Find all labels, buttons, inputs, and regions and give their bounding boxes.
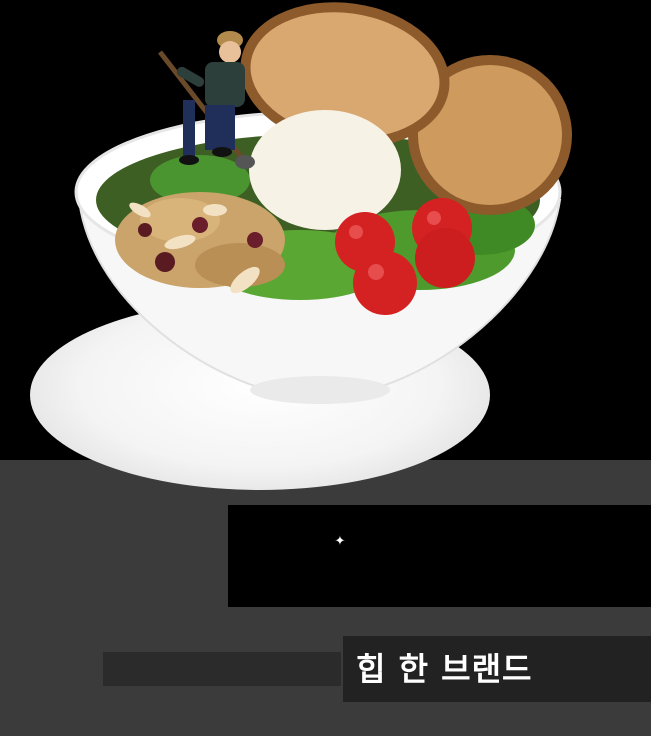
tagline-text: 힙 한 브랜드 [356, 650, 533, 688]
logo-block [228, 505, 651, 607]
promo-banner: ✦ 힙 한 브랜드 [0, 0, 651, 736]
cream-cheese-scoop [249, 110, 401, 230]
salad-bowl-image [74, 2, 572, 404]
bowl-base [250, 376, 390, 404]
sparkle-icon: ✦ [334, 534, 346, 549]
tagline-left-bar [103, 652, 341, 686]
